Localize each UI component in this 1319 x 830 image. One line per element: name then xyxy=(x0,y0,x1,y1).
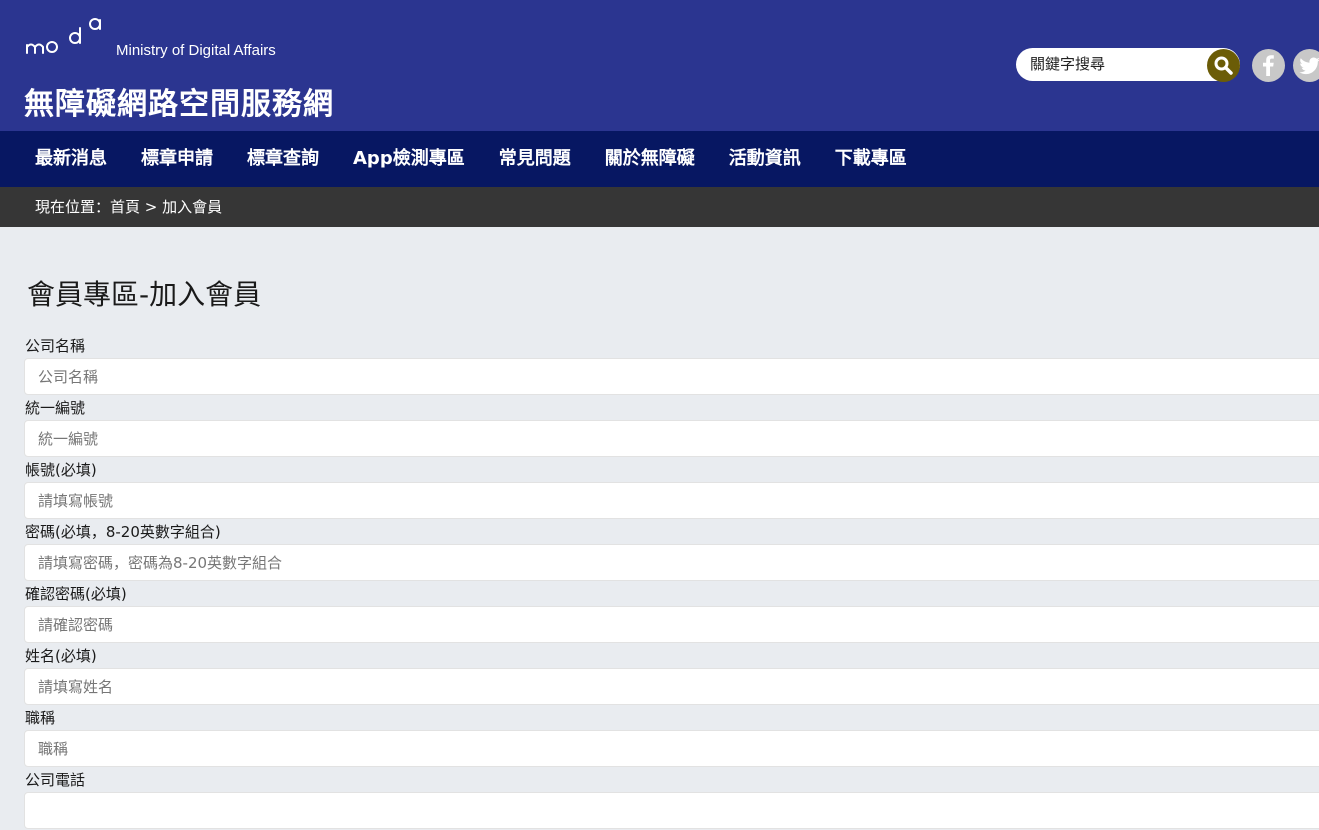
nav-item-mark-application[interactable]: 標章申請 xyxy=(141,131,213,187)
site-title[interactable]: 無障礙網路空間服務網 xyxy=(24,79,334,123)
breadcrumb-prefix: 現在位置： xyxy=(35,198,111,216)
facebook-icon xyxy=(1263,55,1274,76)
breadcrumb-separator: > xyxy=(140,198,163,216)
logo-text: Ministry of Digital Affairs xyxy=(116,42,276,59)
signup-form: 公司名稱 統一編號 帳號(必填) 密碼(必填，8-20英數字組合) 確認密碼(必… xyxy=(0,334,1319,830)
nav-item-news[interactable]: 最新消息 xyxy=(35,131,107,187)
account-field: 帳號(必填) xyxy=(0,458,1319,520)
twitter-button[interactable] xyxy=(1293,49,1319,82)
facebook-button[interactable] xyxy=(1252,49,1285,82)
nav-item-mark-search[interactable]: 標章查詢 xyxy=(247,131,319,187)
tax-id-label: 統一編號 xyxy=(25,399,86,417)
moda-logo[interactable] xyxy=(25,14,105,60)
company-name-field: 公司名稱 xyxy=(0,334,1319,396)
password-input[interactable] xyxy=(24,544,1319,581)
company-name-input[interactable] xyxy=(24,358,1319,395)
page-title: 會員專區-加入會員 xyxy=(27,278,262,311)
breadcrumb: 現在位置：首頁 > 加入會員 xyxy=(0,187,1319,227)
nav-item-events[interactable]: 活動資訊 xyxy=(729,131,801,187)
nav-item-faq[interactable]: 常見問題 xyxy=(499,131,571,187)
name-label: 姓名(必填) xyxy=(25,647,97,665)
company-phone-field: 公司電話 xyxy=(0,768,1319,830)
name-field: 姓名(必填) xyxy=(0,644,1319,706)
password-label: 密碼(必填，8-20英數字組合) xyxy=(25,523,221,541)
twitter-icon xyxy=(1299,57,1319,75)
tax-id-input[interactable] xyxy=(24,420,1319,457)
tax-id-field: 統一編號 xyxy=(0,396,1319,458)
main-nav: 最新消息 標章申請 標章查詢 App檢測專區 常見問題 關於無障礙 活動資訊 下… xyxy=(0,131,1319,187)
password-field: 密碼(必填，8-20英數字組合) xyxy=(0,520,1319,582)
confirm-password-label: 確認密碼(必填) xyxy=(25,585,127,603)
nav-item-about[interactable]: 關於無障礙 xyxy=(605,131,695,187)
confirm-password-field: 確認密碼(必填) xyxy=(0,582,1319,644)
job-title-label: 職稱 xyxy=(25,709,56,727)
account-label: 帳號(必填) xyxy=(25,461,97,479)
search-icon xyxy=(1214,56,1233,75)
nav-item-app-testing[interactable]: App檢測專區 xyxy=(353,131,465,187)
company-phone-label: 公司電話 xyxy=(25,771,86,789)
name-input[interactable] xyxy=(24,668,1319,705)
job-title-field: 職稱 xyxy=(0,706,1319,768)
site-header: Ministry of Digital Affairs 無障礙網路空間服務網 xyxy=(0,0,1319,131)
search-input[interactable] xyxy=(1030,52,1214,76)
confirm-password-input[interactable] xyxy=(24,606,1319,643)
search-button[interactable] xyxy=(1207,49,1240,82)
account-input[interactable] xyxy=(24,482,1319,519)
breadcrumb-home-link[interactable]: 首頁 xyxy=(110,198,140,216)
company-name-label: 公司名稱 xyxy=(25,337,86,355)
nav-item-downloads[interactable]: 下載專區 xyxy=(835,131,907,187)
job-title-input[interactable] xyxy=(24,730,1319,767)
breadcrumb-current: 加入會員 xyxy=(162,198,223,216)
